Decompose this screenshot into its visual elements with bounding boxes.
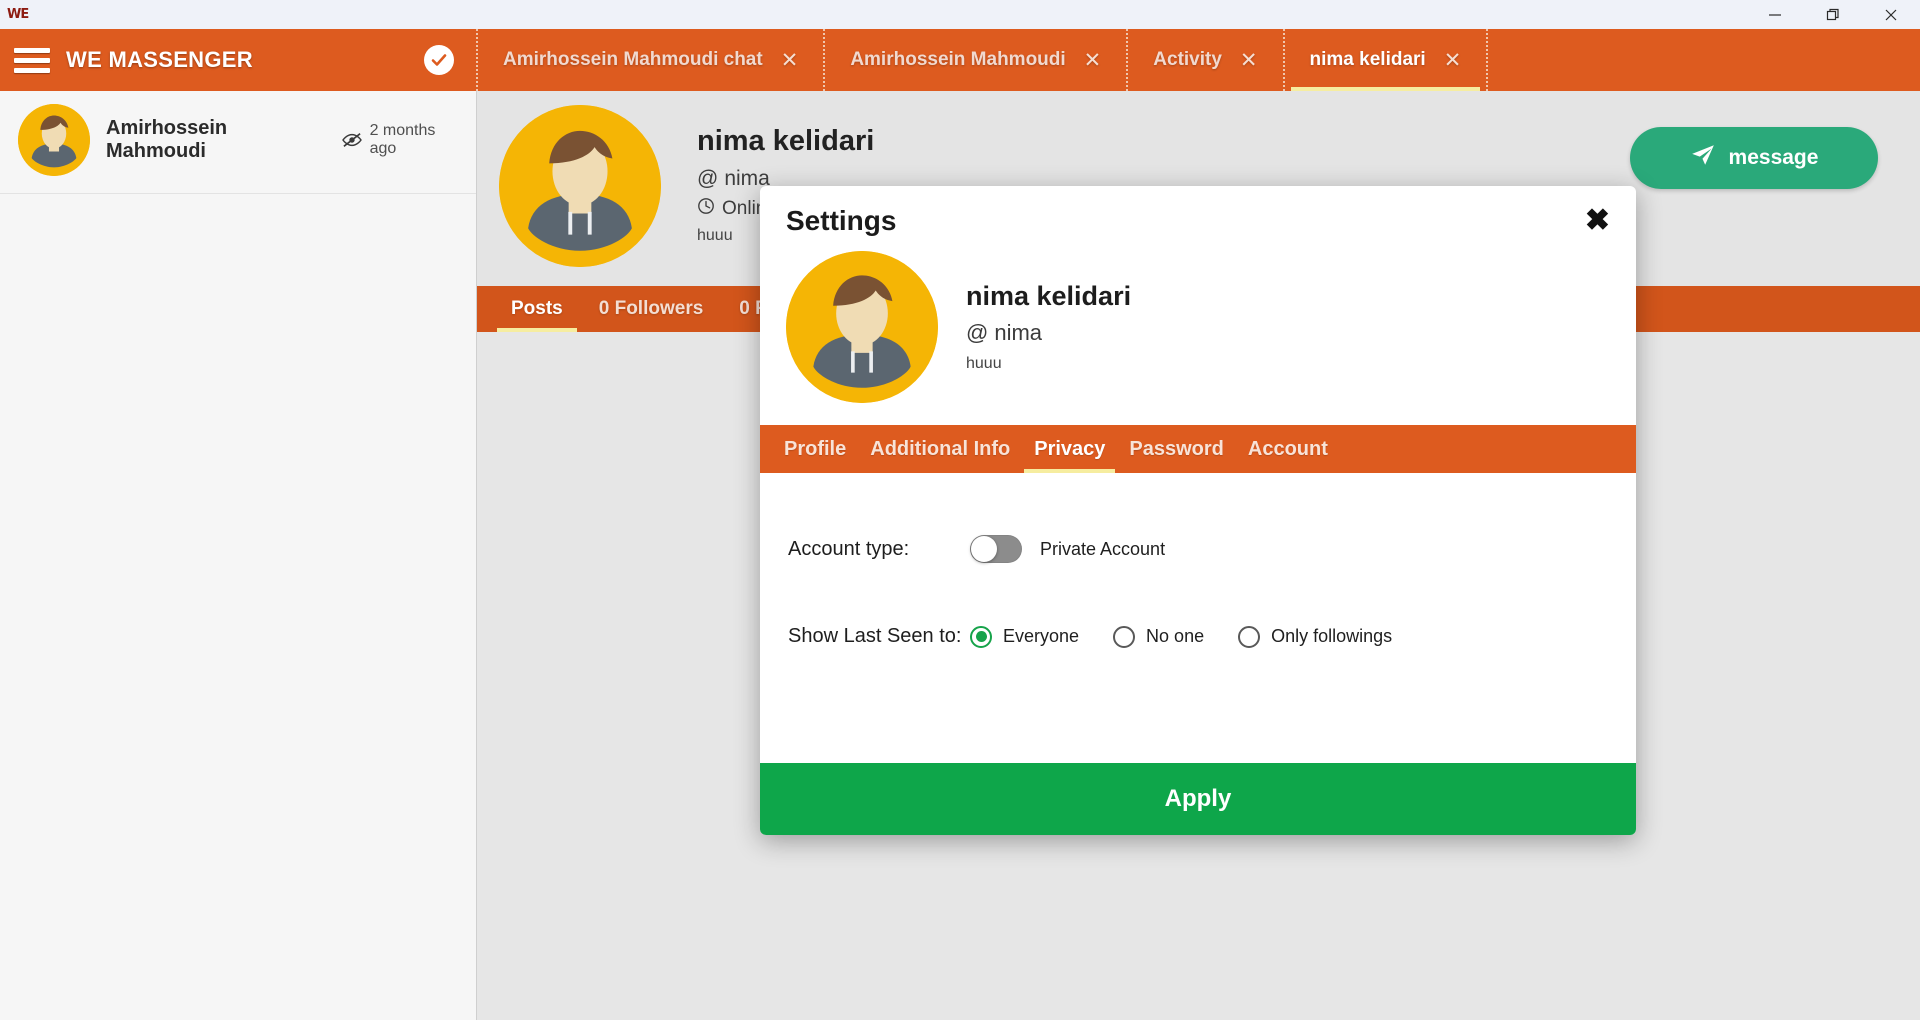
dialog-tab-bar: Profile Additional Info Privacy Password…	[760, 425, 1636, 473]
dialog-user-summary: nima kelidari @ nima huuu	[760, 245, 1636, 425]
radio-label: Only followings	[1271, 626, 1393, 646]
radio-icon[interactable]	[970, 625, 992, 648]
radio-option-only-followings[interactable]: Only followings	[1238, 625, 1393, 648]
dialog-title: Settings	[786, 205, 897, 236]
radio-option-everyone[interactable]: Everyone	[970, 625, 1080, 648]
toggle-knob	[971, 536, 997, 562]
radio-icon[interactable]	[1113, 625, 1136, 648]
tab-account[interactable]: Account	[1236, 425, 1340, 473]
avatar	[786, 251, 938, 403]
dialog-user-bio: huuu	[966, 355, 1002, 372]
account-type-row: Account type: Private Account	[788, 535, 1636, 563]
dialog-user-handle: @ nima	[966, 320, 1131, 346]
dialog-header: Settings ✖	[760, 186, 1636, 245]
tab-privacy[interactable]: Privacy	[1022, 425, 1117, 473]
close-icon[interactable]: ✖	[1585, 206, 1610, 236]
last-seen-label: Show Last Seen to:	[788, 625, 962, 647]
last-seen-row: Show Last Seen to: Everyone No one Only …	[788, 625, 1636, 648]
tab-label: Additional Info	[870, 437, 1011, 460]
private-account-toggle[interactable]	[970, 535, 1022, 563]
radio-label: No one	[1146, 626, 1205, 646]
apply-button[interactable]: Apply	[760, 763, 1636, 835]
privacy-settings-panel: Account type: Private Account Show Last …	[760, 473, 1636, 763]
radio-label: Everyone	[1003, 626, 1080, 646]
last-seen-options: Everyone No one Only followings	[970, 625, 1393, 648]
radio-icon[interactable]	[1238, 625, 1261, 648]
modal-overlay: Settings ✖ nima kelidari @ nima huuu Pro…	[0, 0, 1920, 1020]
account-type-label: Account type:	[788, 537, 910, 560]
tab-profile[interactable]: Profile	[772, 425, 858, 473]
tab-label: Profile	[784, 437, 847, 460]
radio-option-no-one[interactable]: No one	[1113, 625, 1205, 648]
tab-label: Privacy	[1034, 437, 1106, 460]
dialog-user-name: nima kelidari	[966, 281, 1132, 311]
at-symbol: @	[966, 320, 989, 345]
private-account-label: Private Account	[1040, 538, 1166, 559]
tab-label: Account	[1247, 437, 1328, 460]
dialog-user-text: nima kelidari @ nima huuu	[966, 281, 1131, 373]
tab-additional-info[interactable]: Additional Info	[858, 425, 1022, 473]
tab-password[interactable]: Password	[1117, 425, 1235, 473]
dialog-user-handle-value: nima	[994, 320, 1043, 345]
settings-dialog: Settings ✖ nima kelidari @ nima huuu Pro…	[760, 186, 1636, 835]
tab-label: Password	[1129, 437, 1224, 460]
